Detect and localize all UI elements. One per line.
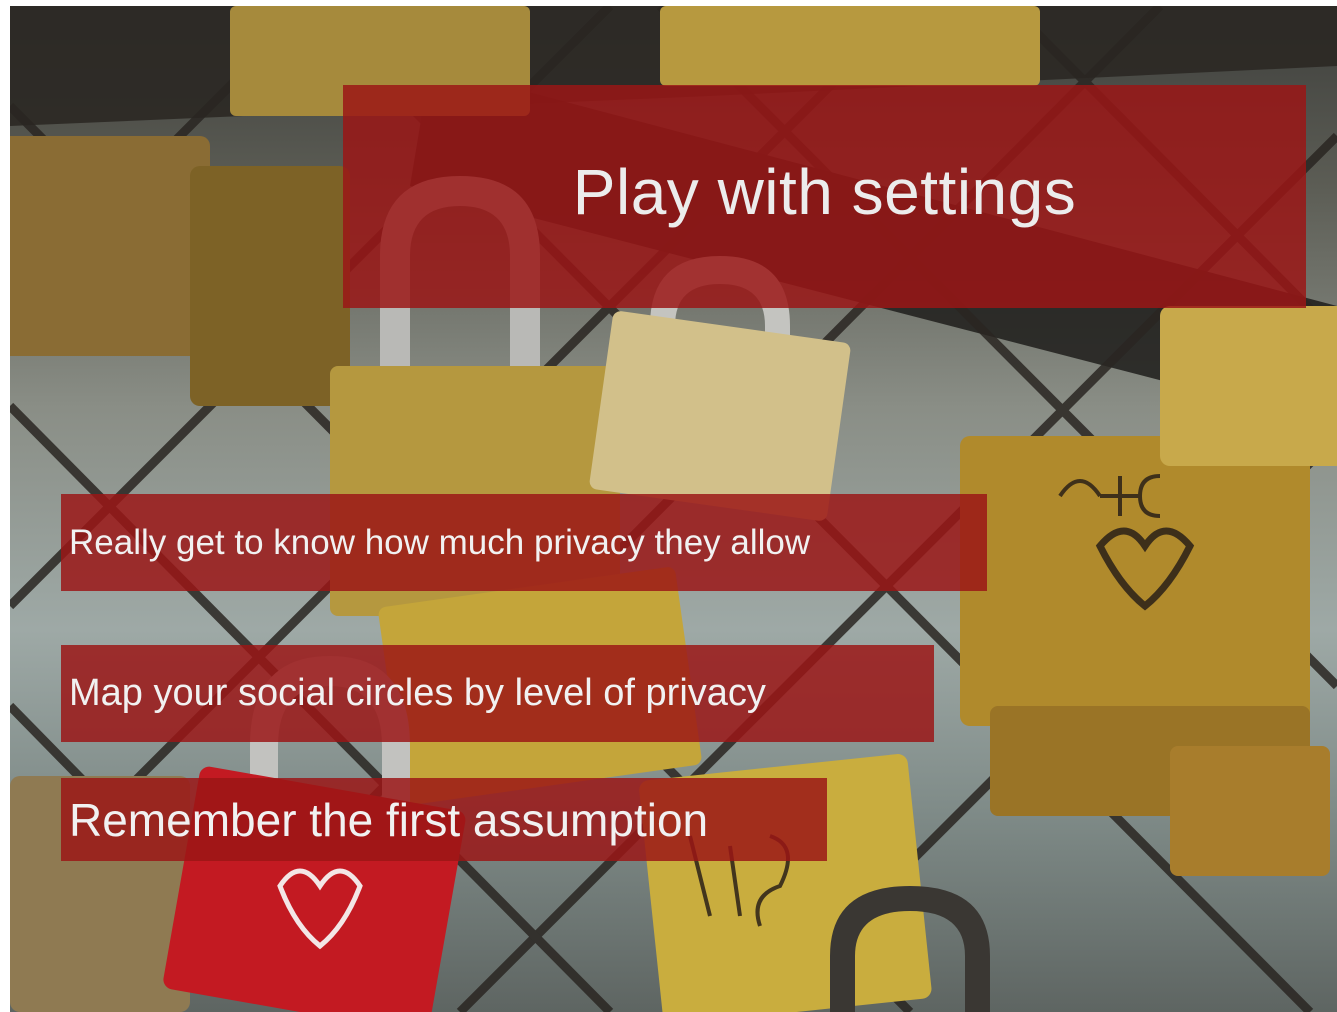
slide: Play with settings Really get to know ho… bbox=[10, 6, 1337, 1012]
bullet-item: Really get to know how much privacy they… bbox=[61, 494, 987, 591]
bullet-item: Map your social circles by level of priv… bbox=[61, 645, 934, 742]
slide-title: Play with settings bbox=[572, 155, 1077, 228]
bullet-item: Remember the first assumption bbox=[61, 778, 827, 861]
title-box: Play with settings bbox=[343, 85, 1306, 308]
